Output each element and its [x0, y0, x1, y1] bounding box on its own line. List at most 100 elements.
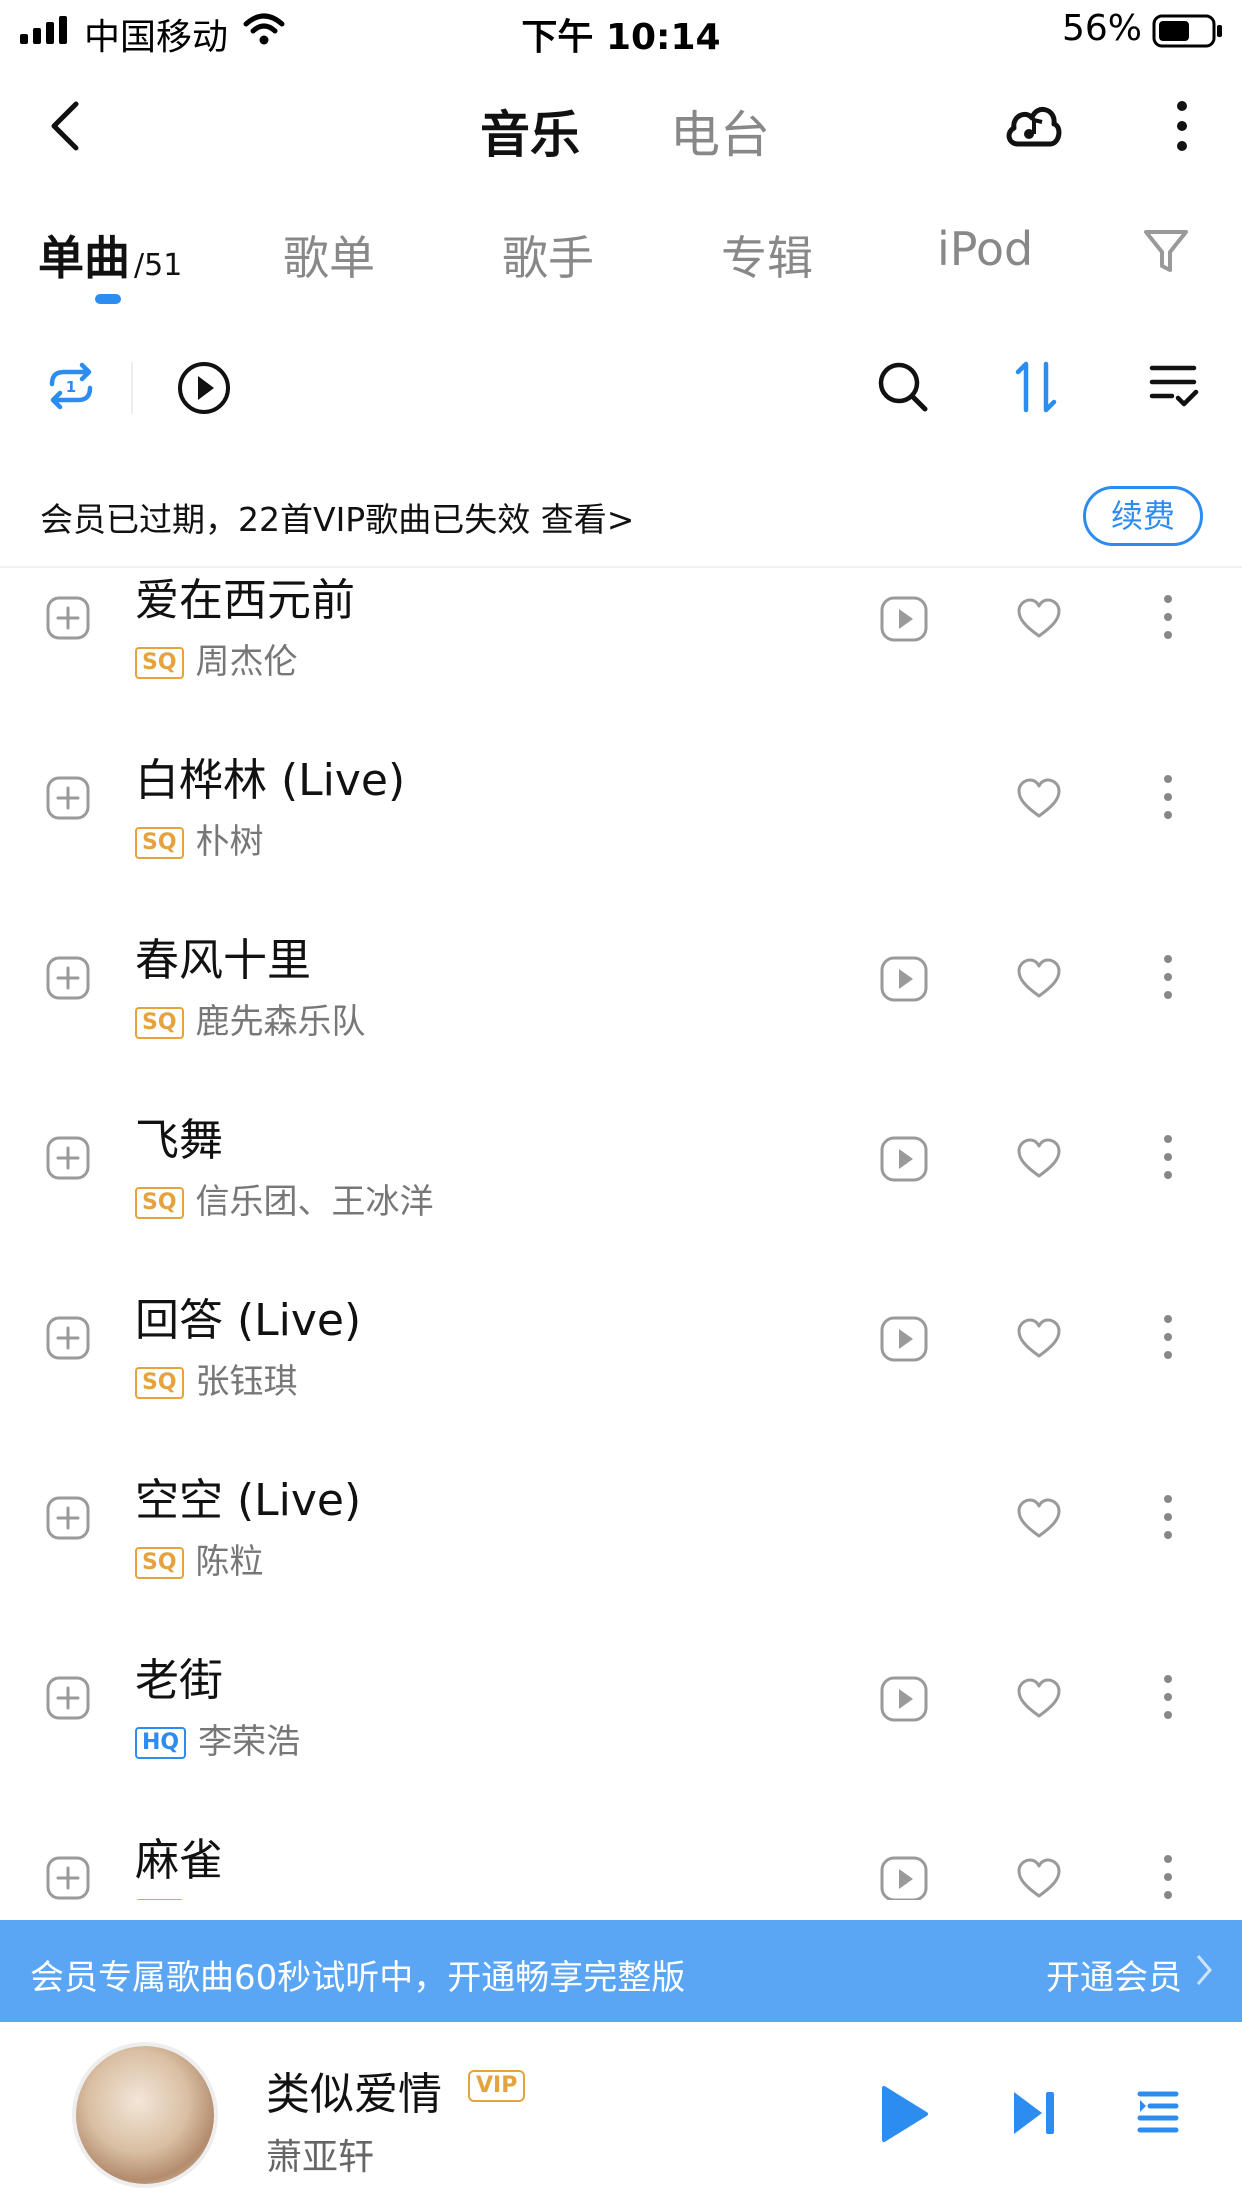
song-more-icon[interactable]: [1163, 1674, 1173, 1720]
mini-player[interactable]: 类似爱情 VIP 萧亚轩: [0, 2022, 1242, 2208]
song-artist: 信乐团、王冰洋: [195, 1182, 434, 1222]
song-subtitle: HQ 李荣浩: [135, 1714, 300, 1763]
song-subtitle: SQ 信乐团、王冰洋: [135, 1174, 434, 1223]
renew-button[interactable]: 续费: [1083, 486, 1203, 546]
trial-banner[interactable]: 会员专属歌曲60秒试听中，开通畅享完整版 开通会员: [0, 1920, 1242, 2022]
clock: 下午 10:14: [521, 17, 721, 58]
battery-icon: [1152, 14, 1224, 48]
mv-play-icon[interactable]: [880, 1856, 928, 1900]
quality-badge: SQ: [135, 1187, 184, 1219]
mv-play-icon[interactable]: [880, 1136, 928, 1182]
back-button[interactable]: [46, 98, 86, 154]
singles-count: /51: [134, 248, 183, 283]
mv-play-icon[interactable]: [880, 596, 928, 642]
tab-artists[interactable]: 歌手: [502, 222, 594, 288]
sort-icon[interactable]: [1012, 358, 1062, 414]
song-row[interactable]: 飞舞 SQ 信乐团、王冰洋: [0, 1106, 1242, 1286]
heart-icon[interactable]: [1015, 1318, 1063, 1360]
now-playing-artist: 萧亚轩: [266, 2137, 375, 2178]
song-subtitle: SQ 鹿先森乐队: [135, 994, 366, 1043]
tab-singles[interactable]: 单曲: [38, 222, 130, 288]
song-more-icon[interactable]: [1163, 1494, 1173, 1540]
song-artist: 周杰伦: [195, 642, 298, 682]
play-all-icon[interactable]: [176, 360, 232, 416]
mv-play-icon[interactable]: [880, 1676, 928, 1722]
song-artist: 李荣浩: [198, 1722, 301, 1762]
playlist-queue-icon[interactable]: [1136, 2088, 1180, 2136]
song-title: 春风十里: [135, 935, 311, 986]
heart-icon[interactable]: [1015, 778, 1063, 820]
song-more-icon[interactable]: [1163, 1314, 1173, 1360]
heart-icon[interactable]: [1015, 1858, 1063, 1900]
heart-icon[interactable]: [1015, 1138, 1063, 1180]
add-to-playlist-icon[interactable]: [46, 1316, 90, 1360]
add-to-playlist-icon[interactable]: [46, 1136, 90, 1180]
add-to-playlist-icon[interactable]: [46, 1856, 90, 1900]
play-icon[interactable]: [878, 2084, 930, 2144]
heart-icon[interactable]: [1015, 1498, 1063, 1540]
song-subtitle: SQ 张钰琪: [135, 1354, 298, 1403]
song-row[interactable]: 老街 HQ 李荣浩: [0, 1646, 1242, 1826]
song-more-icon[interactable]: [1163, 594, 1173, 640]
quality-badge: SQ: [135, 1007, 184, 1039]
song-row[interactable]: 回答 (Live) SQ 张钰琪: [0, 1286, 1242, 1466]
song-title: 回答 (Live): [135, 1295, 362, 1346]
tab-albums[interactable]: 专辑: [721, 222, 813, 288]
cloud-music-icon[interactable]: [1004, 98, 1062, 150]
song-artist: 张钰琪: [195, 1362, 298, 1402]
song-row[interactable]: 白桦林 (Live) SQ 朴树: [0, 746, 1242, 926]
tab-ipod[interactable]: iPod: [937, 222, 1033, 276]
filter-icon[interactable]: [1142, 226, 1190, 276]
add-to-playlist-icon[interactable]: [46, 596, 90, 640]
song-row[interactable]: 春风十里 SQ 鹿先森乐队: [0, 926, 1242, 1106]
next-track-icon[interactable]: [1010, 2088, 1058, 2138]
song-more-icon[interactable]: [1163, 1134, 1173, 1180]
add-to-playlist-icon[interactable]: [46, 1496, 90, 1540]
quality-badge: SQ: [135, 1899, 184, 1900]
vip-expired-notice[interactable]: 会员已过期，22首VIP歌曲已失效 查看>: [40, 493, 634, 541]
more-options-icon[interactable]: [1174, 100, 1190, 152]
add-to-playlist-icon[interactable]: [46, 956, 90, 1000]
song-artist: 朴树: [195, 822, 264, 862]
song-row[interactable]: 空空 (Live) SQ 陈粒: [0, 1466, 1242, 1646]
tab-playlists[interactable]: 歌单: [283, 222, 375, 288]
add-to-playlist-icon[interactable]: [46, 776, 90, 820]
search-icon[interactable]: [876, 360, 930, 414]
mv-play-icon[interactable]: [880, 956, 928, 1002]
heart-icon[interactable]: [1015, 958, 1063, 1000]
song-title: 老街: [135, 1655, 223, 1706]
song-artist: 陈粒: [195, 1542, 264, 1582]
quality-badge: SQ: [135, 1367, 184, 1399]
toolbar-divider: [131, 362, 133, 414]
quality-badge: SQ: [135, 1547, 184, 1579]
album-cover[interactable]: [76, 2046, 214, 2184]
open-membership-button[interactable]: 开通会员: [1046, 1950, 1182, 1999]
song-row[interactable]: 爱在西元前 SQ 周杰伦: [0, 568, 1242, 746]
svg-text:1: 1: [66, 378, 76, 396]
song-title: 爱在西元前: [135, 575, 355, 626]
trial-banner-text: 会员专属歌曲60秒试听中，开通畅享完整版: [30, 1958, 686, 1998]
song-more-icon[interactable]: [1163, 954, 1173, 1000]
quality-badge: SQ: [135, 647, 184, 679]
song-subtitle: SQ: [135, 1894, 196, 1900]
song-list[interactable]: 爱在西元前 SQ 周杰伦白桦林 (Live) SQ 朴树春风十里 SQ 鹿先森乐队飞舞 SQ 信…: [0, 568, 1242, 1900]
batch-manage-icon[interactable]: [1148, 362, 1200, 410]
song-title: 飞舞: [135, 1115, 223, 1166]
song-title: 麻雀: [135, 1835, 223, 1886]
heart-icon[interactable]: [1015, 598, 1063, 640]
song-more-icon[interactable]: [1163, 774, 1173, 820]
song-row[interactable]: 麻雀 SQ: [0, 1826, 1242, 1900]
tab-music[interactable]: 音乐: [480, 95, 580, 167]
tab-radio[interactable]: 电台: [670, 95, 770, 167]
song-subtitle: SQ 朴树: [135, 814, 264, 863]
song-subtitle: SQ 陈粒: [135, 1534, 264, 1583]
mv-play-icon[interactable]: [880, 1316, 928, 1362]
active-tab-indicator: [95, 294, 121, 304]
song-more-icon[interactable]: [1163, 1854, 1173, 1900]
vip-badge: VIP: [468, 2070, 526, 2102]
song-title: 空空 (Live): [135, 1475, 362, 1526]
repeat-mode-icon[interactable]: 1: [44, 360, 98, 412]
add-to-playlist-icon[interactable]: [46, 1676, 90, 1720]
heart-icon[interactable]: [1015, 1678, 1063, 1720]
song-artist: 鹿先森乐队: [195, 1002, 366, 1042]
